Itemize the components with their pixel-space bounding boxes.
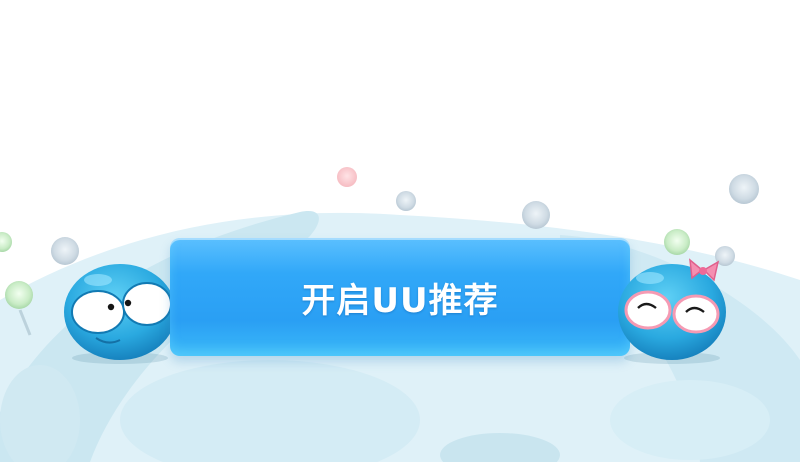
cta-label: 开启UU推荐 (301, 280, 499, 321)
open-uu-recommendation-button[interactable]: 开启UU推荐 (170, 238, 630, 356)
blue-mascot-with-pink-bow-icon (618, 258, 726, 364)
recommendation-banner: 开启UU推荐 (0, 0, 800, 462)
bubble (0, 232, 12, 252)
bubble (5, 281, 33, 309)
bubble (522, 201, 550, 229)
crater (610, 380, 770, 460)
bubble (664, 229, 690, 255)
bubble (396, 191, 416, 211)
bubble (729, 174, 759, 204)
planet-background (0, 167, 800, 462)
bubble (337, 167, 357, 187)
blue-big-eyed-mascot-icon (64, 264, 176, 364)
